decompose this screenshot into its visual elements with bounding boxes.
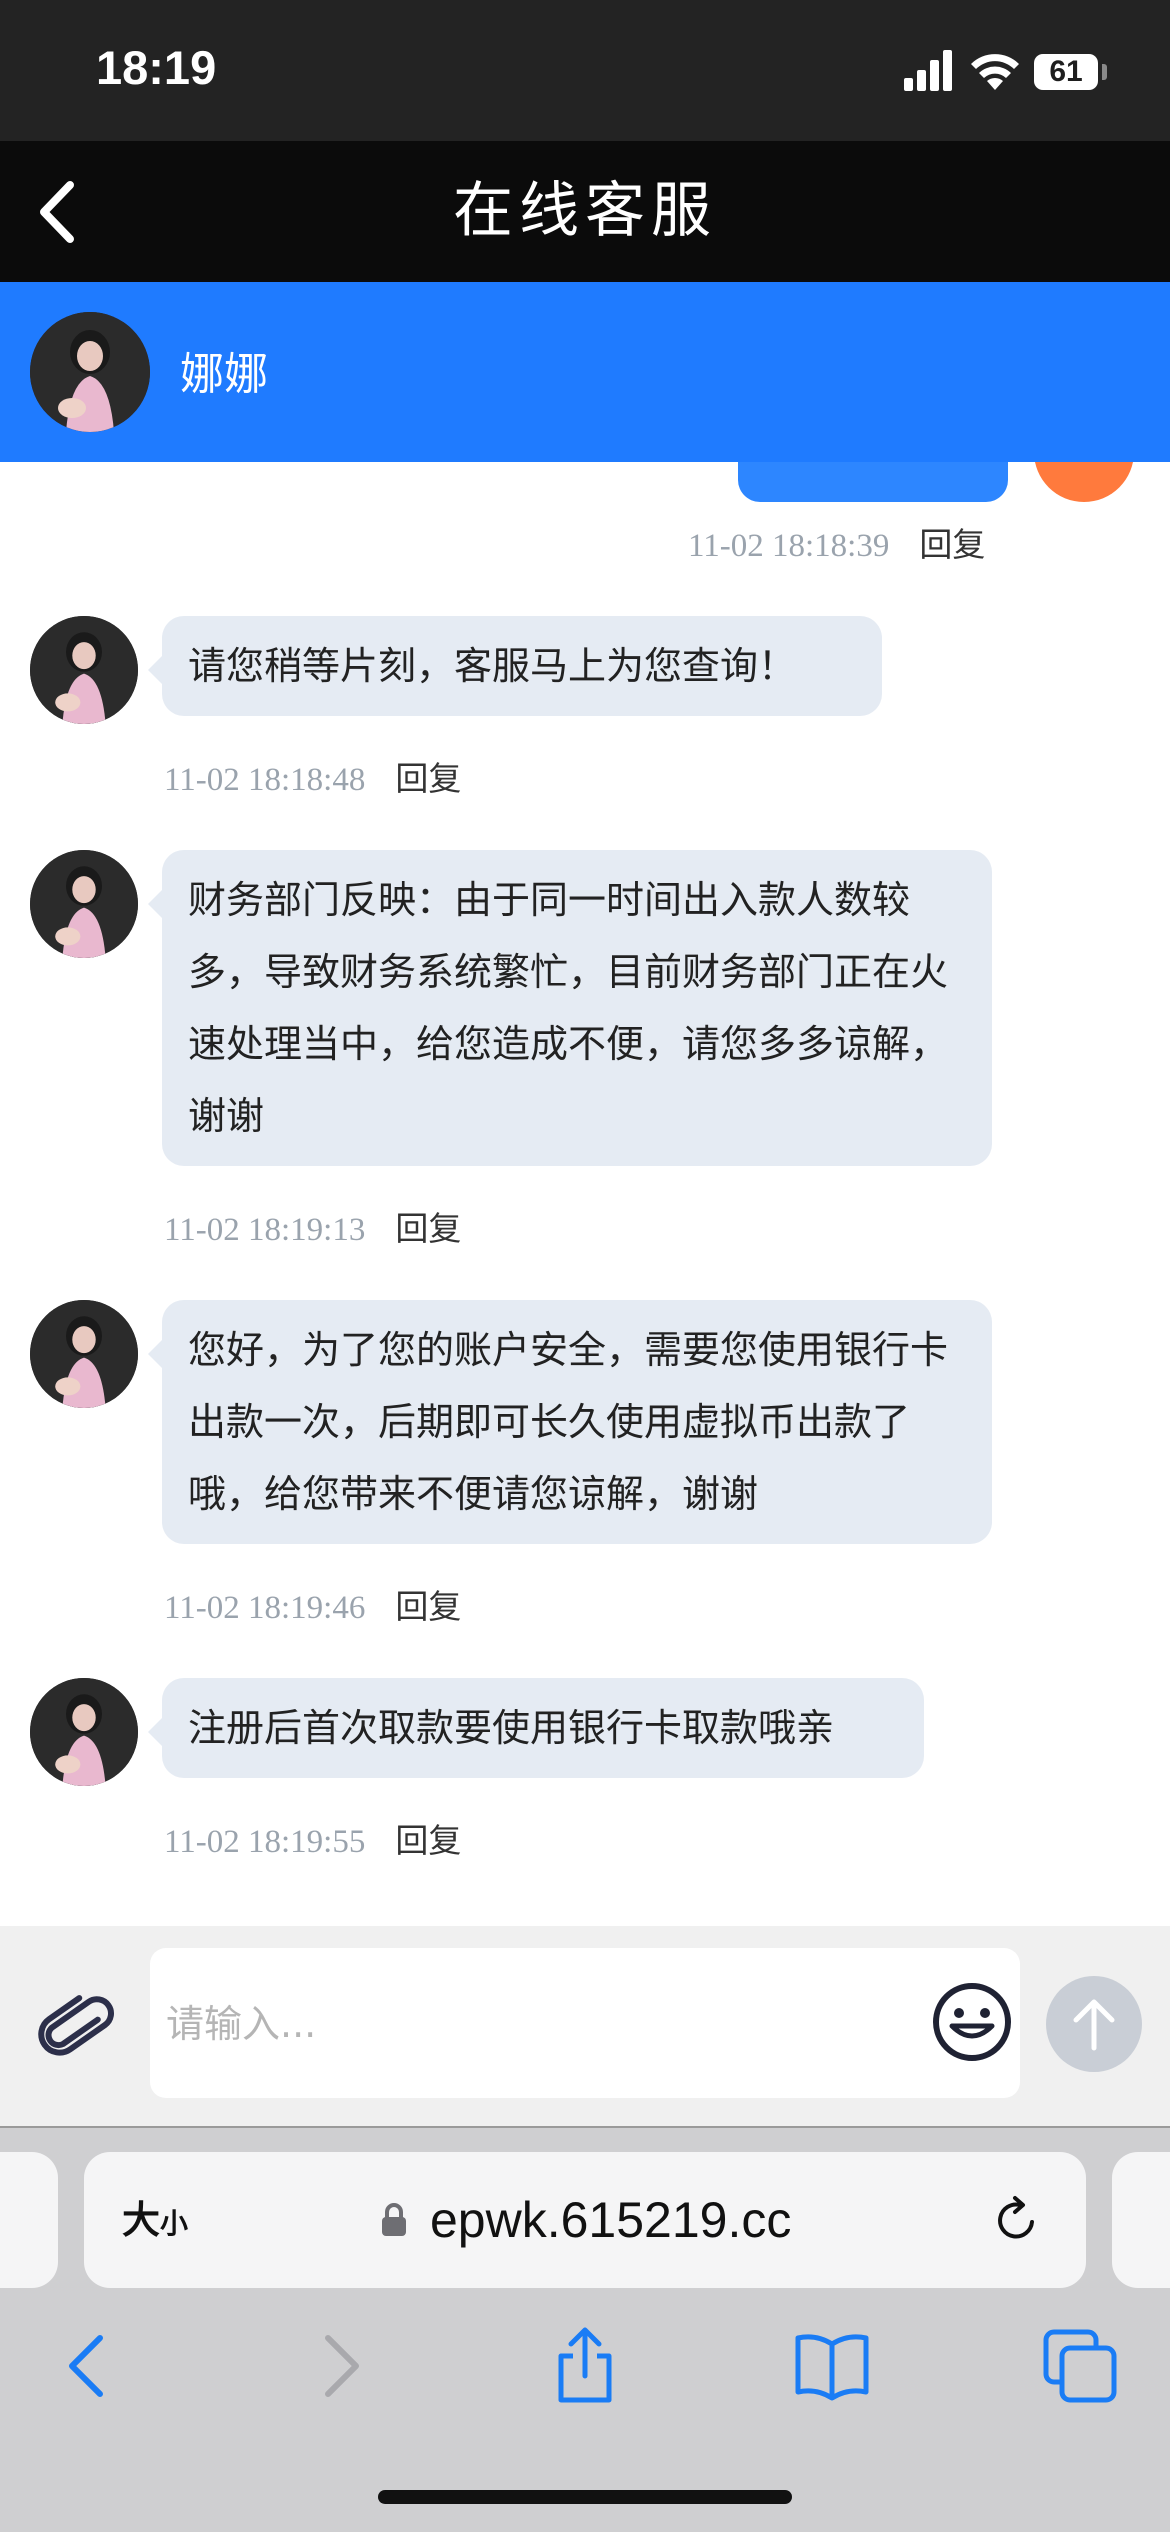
message-time: 11-02 18:19:13	[164, 1212, 366, 1248]
text-size-button[interactable]: 大小	[122, 2152, 188, 2288]
reply-link[interactable]: 回复	[395, 1209, 461, 1248]
message-bubble: 财务部门反映：由于同一时间出入款人数较多，导致财务系统繁忙，目前财务部门正在火速…	[148, 850, 992, 1166]
browser-toolbar: 大小 epwk.615219.cc	[0, 2126, 1170, 2532]
avatar[interactable]	[30, 312, 150, 432]
reply-link[interactable]: 回复	[919, 525, 985, 564]
back-icon[interactable]	[48, 2326, 128, 2406]
share-icon[interactable]	[545, 2326, 625, 2406]
message-time: 11-02 18:19:55	[164, 1824, 366, 1860]
message-input[interactable]	[164, 1948, 928, 2100]
nav-bar: 在线客服	[0, 141, 1170, 282]
message-bubble: 您好，为了您的账户安全，需要您使用银行卡出款一次，后期即可长久使用虚拟币出款了哦…	[148, 1300, 992, 1544]
send-button[interactable]	[1046, 1976, 1142, 2072]
cellular-signal-icon	[904, 50, 952, 91]
previous-tab[interactable]	[0, 2152, 58, 2288]
user-message-bubble	[738, 462, 1008, 502]
agent-header: 娜娜	[0, 282, 1170, 462]
next-tab[interactable]	[1112, 2152, 1170, 2288]
reply-link[interactable]: 回复	[395, 1587, 461, 1626]
avatar[interactable]	[30, 1678, 138, 1786]
message-meta: 11-02 18:19:55 回复	[164, 1814, 461, 1862]
forward-icon[interactable]	[300, 2326, 380, 2406]
status-time: 18:19	[96, 41, 217, 94]
text-size-label: 大	[122, 2198, 161, 2242]
page: 18:19 61 在线客服 娜娜 11-02 18:18:39 回复 请您稍等片…	[0, 0, 1170, 2532]
avatar[interactable]	[30, 850, 138, 958]
battery-nub	[1102, 64, 1107, 80]
address-bar[interactable]: 大小 epwk.615219.cc	[84, 2152, 1086, 2288]
avatar[interactable]	[30, 616, 138, 724]
url-text: epwk.615219.cc	[430, 2192, 792, 2248]
agent-name: 娜娜	[180, 349, 268, 400]
message-time: 11-02 18:18:39	[688, 528, 890, 564]
chat-area[interactable]: 11-02 18:18:39 回复 请您稍等片刻，客服马上为您查询！ 11-02 …	[0, 462, 1170, 1926]
tabs-icon[interactable]	[1040, 2326, 1120, 2406]
message-time: 11-02 18:18:48	[164, 762, 366, 798]
user-avatar	[1034, 462, 1134, 502]
reload-icon[interactable]	[990, 2194, 1042, 2246]
page-title: 在线客服	[453, 176, 717, 246]
arrow-up-icon	[1073, 1999, 1115, 2051]
message-meta: 11-02 18:18:39 回复	[688, 518, 985, 566]
lock-icon	[382, 2203, 406, 2236]
avatar[interactable]	[30, 1300, 138, 1408]
divider	[0, 2126, 1170, 2128]
message-meta: 11-02 18:19:13 回复	[164, 1202, 461, 1250]
message-bubble: 请您稍等片刻，客服马上为您查询！	[148, 616, 882, 716]
message-meta: 11-02 18:18:48 回复	[164, 752, 461, 800]
reply-link[interactable]: 回复	[395, 759, 461, 798]
message-time: 11-02 18:19:46	[164, 1590, 366, 1626]
message-input-box	[150, 1948, 1020, 2100]
smile-icon[interactable]	[930, 1980, 1014, 2064]
message-input-bar	[0, 1926, 1170, 2126]
wifi-icon	[971, 54, 1019, 90]
bookmarks-icon[interactable]	[792, 2326, 872, 2406]
text-size-label-small: 小	[160, 2207, 189, 2240]
reply-link[interactable]: 回复	[395, 1821, 461, 1860]
home-indicator	[378, 2490, 792, 2504]
message-bubble: 注册后首次取款要使用银行卡取款哦亲	[148, 1678, 924, 1778]
battery-indicator: 61	[1034, 54, 1098, 90]
paperclip-icon[interactable]	[34, 1986, 118, 2070]
message-meta: 11-02 18:19:46 回复	[164, 1580, 461, 1628]
status-bar: 18:19 61	[0, 0, 1170, 141]
back-arrow-icon[interactable]	[28, 177, 88, 247]
